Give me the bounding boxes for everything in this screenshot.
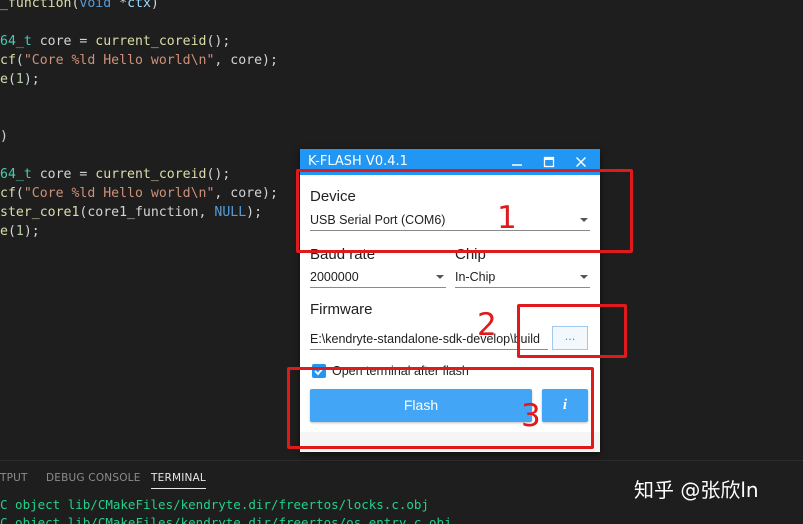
annotation-number-1: 1 — [497, 200, 517, 236]
code-token: ctx — [127, 0, 151, 11]
code-token: "Core %ld Hello world\n" — [23, 53, 215, 68]
annotation-box-1 — [296, 169, 633, 253]
annotation-number-3: 3 — [521, 398, 541, 434]
code-token: current_coreid — [95, 167, 207, 182]
code-token: NULL — [214, 205, 247, 220]
code-token: ) — [150, 0, 159, 11]
terminal-line: C object lib/CMakeFiles/kendryte.dir/fre… — [0, 497, 429, 512]
code-token: ( — [7, 72, 16, 87]
baud-rate-value: 2000000 — [310, 270, 359, 284]
chip-select[interactable]: In-Chip — [455, 266, 590, 288]
code-token: ) — [0, 129, 8, 144]
code-token: 1 — [15, 224, 24, 239]
code-line: cf("Core %ld Hello world\n", core); — [0, 184, 300, 203]
code-line: 64_t core = current_coreid(); — [0, 32, 300, 51]
code-token: (); — [206, 167, 231, 182]
annotation-box-3 — [287, 367, 594, 449]
code-token: ster_core1 — [0, 205, 80, 220]
annotation-number-2: 2 — [477, 307, 497, 343]
code-token: void — [79, 0, 112, 11]
code-line: cf("Core %ld Hello world\n", core); — [0, 51, 300, 70]
code-token: "Core %ld Hello world\n" — [23, 186, 215, 201]
watermark: 知乎 @张欣ln — [634, 478, 759, 502]
code-token: e — [0, 72, 8, 87]
code-token: ); — [23, 224, 40, 239]
code-token: 64_t — [0, 34, 32, 49]
code-token: ); — [246, 205, 263, 220]
code-line: e(1); — [0, 70, 300, 89]
code-token: (core1_function, — [79, 205, 215, 220]
firmware-label: Firmware — [310, 301, 373, 318]
code-line: 64_t core = current_coreid(); — [0, 165, 300, 184]
code-token: _function — [0, 0, 72, 11]
tab-output[interactable]: TPUT — [0, 467, 28, 489]
code-token: ( — [15, 186, 24, 201]
code-token: e — [0, 224, 8, 239]
code-token: ( — [15, 53, 24, 68]
chevron-down-icon — [580, 275, 588, 279]
tab-debug-console[interactable]: DEBUG CONSOLE — [46, 467, 141, 489]
tab-terminal[interactable]: TERMINAL — [151, 467, 206, 489]
code-line: _function(void *ctx) — [0, 0, 300, 13]
code-token: cf — [0, 186, 16, 201]
code-token: core = — [31, 167, 96, 182]
terminal-line: C object lib/CMakeFiles/kendryte.dir/fre… — [0, 515, 452, 524]
code-token: (); — [206, 34, 231, 49]
firmware-path-value: E:\kendryte-standalone-sdk-develop\build — [310, 332, 540, 346]
code-token: 1 — [15, 72, 24, 87]
code-token: , core); — [214, 186, 278, 201]
chip-value: In-Chip — [455, 270, 496, 284]
code-line: e(1); — [0, 222, 300, 241]
code-token: , core); — [214, 53, 278, 68]
annotation-box-2 — [517, 304, 627, 358]
code-token: core = — [31, 34, 96, 49]
code-token: current_coreid — [95, 34, 207, 49]
code-token: 64_t — [0, 167, 32, 182]
baud-rate-select[interactable]: 2000000 — [310, 266, 446, 288]
code-token: cf — [0, 53, 16, 68]
chevron-down-icon — [436, 275, 444, 279]
firmware-path-input[interactable]: E:\kendryte-standalone-sdk-develop\build — [310, 328, 548, 350]
code-token: ); — [23, 72, 40, 87]
code-line: ster_core1(core1_function, NULL); — [0, 203, 300, 222]
code-token: ( — [7, 224, 16, 239]
code-token: * — [111, 0, 128, 11]
code-line: ) — [0, 127, 300, 146]
